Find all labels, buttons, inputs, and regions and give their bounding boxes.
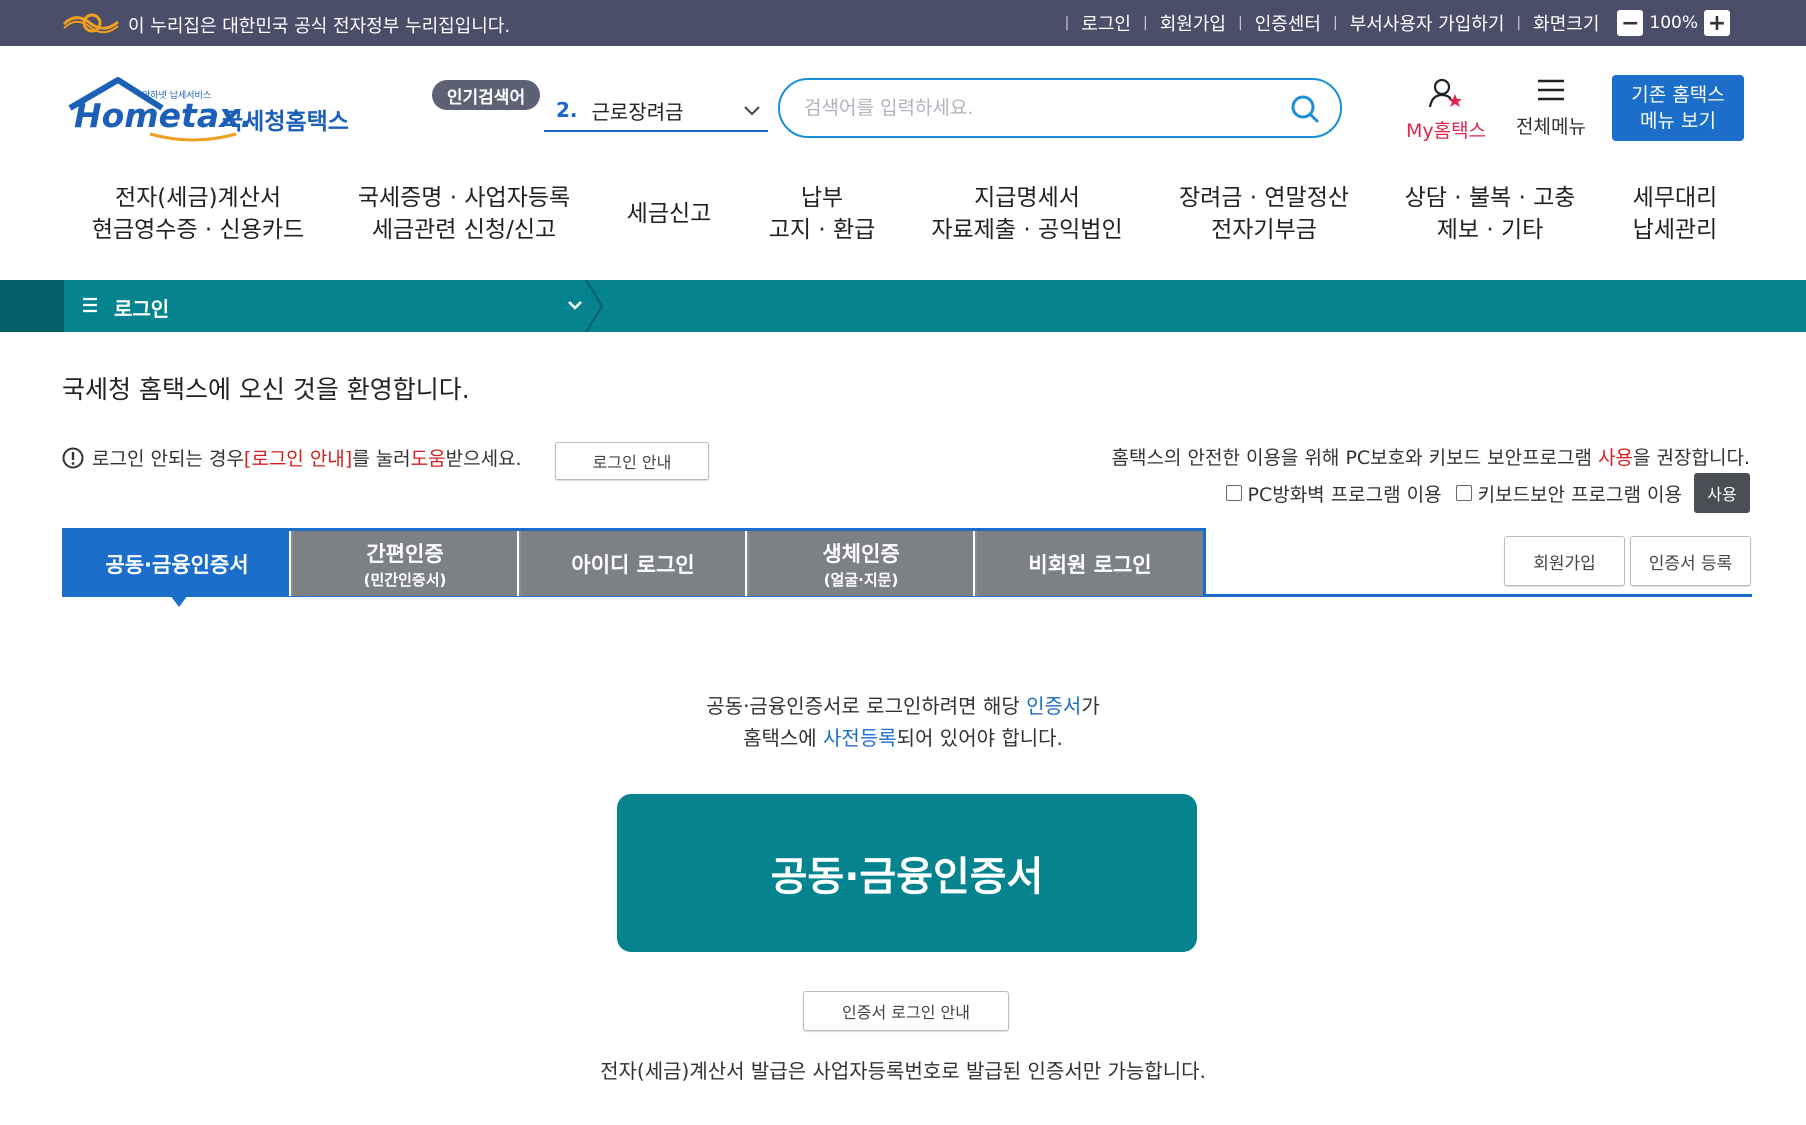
nav-item-consult[interactable]: 상담 · 불복 · 고충 제보 · 기타 <box>1405 182 1576 246</box>
search-input[interactable] <box>804 94 1264 122</box>
zoom-value: 100% <box>1649 13 1698 33</box>
nav-item-tax-agent[interactable]: 세무대리 납세관리 <box>1633 182 1718 246</box>
cert-register-button[interactable]: 인증서 등록 <box>1630 536 1751 586</box>
gov-notice-text: 이 누리집은 대한민국 공식 전자정부 누리집입니다. <box>128 16 511 37</box>
hometax-logo[interactable]: 안하넷 납세서비스 Hometax. 국세청홈택스 <box>66 76 356 146</box>
nav-item-statement[interactable]: 지급명세서 자료제출 · 공익법인 <box>931 182 1122 246</box>
location-dropdown[interactable]: 로그인 <box>64 280 584 332</box>
my-hometax-button[interactable]: My홈택스 <box>1398 78 1494 143</box>
user-icon <box>1428 78 1462 108</box>
nav-item-payment[interactable]: 납부 고지 · 환급 <box>769 182 876 246</box>
search-icon[interactable] <box>1290 94 1320 124</box>
joint-cert-login-button[interactable]: 공동·금융인증서 <box>617 794 1197 952</box>
link-dept-user-signup[interactable]: 부서사용자 가입하기 <box>1350 10 1505 36</box>
keyboard-security-checkbox[interactable] <box>1455 485 1472 501</box>
gov-links: | 로그인 | 회원가입 | 인증센터 | 부서사용자 가입하기 | 화면크기 … <box>1053 0 1736 46</box>
link-signup[interactable]: 회원가입 <box>1160 10 1226 36</box>
security-notice: 홈택스의 안전한 이용을 위해 PC보호와 키보드 보안프로그램 사용을 권장합… <box>1111 447 1750 469</box>
nav-item-certificate[interactable]: 국세증명 · 사업자등록 세금관련 신청/신고 <box>358 182 570 246</box>
login-guide-link[interactable]: [로그인 안내] <box>244 444 352 471</box>
tab-biometric[interactable]: 생체인증 (얼굴·지문) <box>749 531 975 596</box>
login-help-text: 로그인 안되는 경우 [로그인 안내] 를 눌러 도움 받으세요. <box>62 444 522 471</box>
firewall-option[interactable]: PC방화벽 프로그램 이용 <box>1225 480 1442 507</box>
breadcrumb-divider-icon <box>585 280 604 332</box>
gov-emblem-icon <box>62 13 119 34</box>
all-menu-label: 전체메뉴 <box>1516 116 1586 138</box>
search-box <box>778 78 1342 138</box>
zoom-out-button[interactable]: − <box>1617 10 1644 36</box>
nav-item-incentive[interactable]: 장려금 · 연말정산 전자기부금 <box>1179 182 1349 246</box>
popular-term: 근로장려금 <box>591 99 684 124</box>
firewall-checkbox[interactable] <box>1225 485 1242 501</box>
all-menu-button[interactable]: 전체메뉴 <box>1508 78 1594 139</box>
link-login[interactable]: 로그인 <box>1081 10 1131 36</box>
nav-item-e-invoice[interactable]: 전자(세금)계산서 현금영수증 · 신용카드 <box>92 182 304 246</box>
e-invoice-notice: 전자(세금)계산서 발급은 사업자등록번호로 발급된 인증서만 가능합니다. <box>600 1059 1206 1083</box>
hamburger-icon <box>1538 79 1564 101</box>
chevron-down-icon <box>744 106 760 116</box>
cert-description: 공동·금융인증서로 로그인하려면 해당 인증서가 홈택스에 사전등록되어 있어야… <box>706 694 1100 750</box>
main-nav: 전자(세금)계산서 현금영수증 · 신용카드 국세증명 · 사업자등록 세금관련 신… <box>0 182 1806 262</box>
tab-id-login[interactable]: 아이디 로그인 <box>521 531 747 596</box>
logo-kr-text: 국세청홈택스 <box>222 109 349 135</box>
chevron-down-icon <box>568 301 582 310</box>
location-bar: 로그인 <box>0 280 1806 332</box>
keyboard-security-option[interactable]: 키보드보안 프로그램 이용 <box>1455 480 1682 507</box>
login-guide-button[interactable]: 로그인 안내 <box>555 442 709 480</box>
info-icon <box>62 447 84 468</box>
tab-guest-login[interactable]: 비회원 로그인 <box>977 531 1203 596</box>
old-menu-line1: 기존 홈택스 <box>1631 84 1725 106</box>
tab-simple-auth[interactable]: 간편인증 (민간인증서) <box>293 531 519 596</box>
popular-search-select[interactable]: 2. 근로장려금 <box>544 90 768 132</box>
welcome-heading: 국세청 홈택스에 오신 것을 환영합니다. <box>62 375 470 404</box>
security-options: PC방화벽 프로그램 이용 키보드보안 프로그램 이용 사용 <box>1212 473 1750 513</box>
popular-search-badge: 인기검색어 <box>432 80 540 110</box>
my-hometax-label: My홈택스 <box>1405 120 1487 142</box>
location-title: 로그인 <box>114 297 170 321</box>
nav-item-tax-filing[interactable]: 세금신고 <box>627 198 712 230</box>
use-security-button[interactable]: 사용 <box>1694 473 1750 513</box>
old-hometax-menu-button[interactable]: 기존 홈택스 메뉴 보기 <box>1612 75 1744 141</box>
signup-button[interactable]: 회원가입 <box>1504 536 1625 586</box>
old-menu-line2: 메뉴 보기 <box>1640 110 1716 132</box>
cert-login-guide-button[interactable]: 인증서 로그인 안내 <box>803 991 1009 1031</box>
link-cert-center[interactable]: 인증센터 <box>1255 10 1321 36</box>
zoom-in-button[interactable]: + <box>1704 10 1730 36</box>
login-tabs: 공동·금융인증서 간편인증 (민간인증서) 아이디 로그인 생체인증 (얼굴·지… <box>62 528 1206 596</box>
tab-joint-cert[interactable]: 공동·금융인증서 <box>65 531 291 596</box>
popular-rank: 2. <box>556 98 578 122</box>
active-tab-pointer <box>170 595 188 607</box>
zoom-label: 화면크기 <box>1533 14 1600 35</box>
menu-lines-icon <box>83 297 97 313</box>
gov-banner: 이 누리집은 대한민국 공식 전자정부 누리집입니다. | 로그인 | 회원가입… <box>0 0 1806 46</box>
